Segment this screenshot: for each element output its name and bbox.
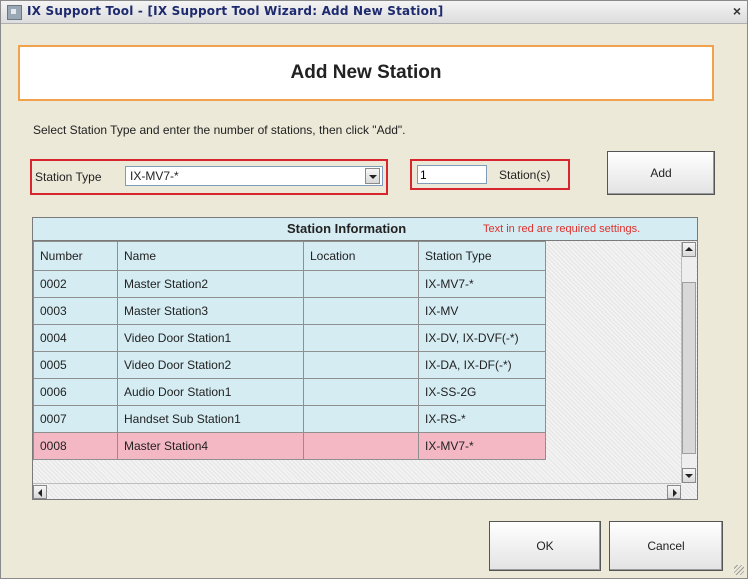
- cell-station-type[interactable]: IX-MV7-*: [418, 432, 546, 460]
- column-header-number[interactable]: Number: [33, 241, 118, 271]
- chevron-down-icon[interactable]: [365, 168, 380, 184]
- cell-station-type[interactable]: IX-DV, IX-DVF(-*): [418, 324, 546, 352]
- cell-name[interactable]: Master Station4: [117, 432, 304, 460]
- app-icon: [7, 5, 22, 20]
- cell-location[interactable]: [303, 324, 419, 352]
- station-count-input[interactable]: [417, 165, 487, 184]
- window-title: IX Support Tool - [IX Support Tool Wizar…: [27, 4, 444, 18]
- station-count-label: Station(s): [499, 168, 551, 182]
- cell-number[interactable]: 0007: [33, 405, 118, 433]
- cell-station-type[interactable]: IX-DA, IX-DF(-*): [418, 351, 546, 379]
- station-info-header: Station Information Text in red are requ…: [33, 218, 697, 241]
- close-icon[interactable]: ×: [733, 3, 741, 19]
- cell-name[interactable]: Master Station2: [117, 270, 304, 298]
- cell-name[interactable]: Video Door Station2: [117, 351, 304, 379]
- scroll-down-icon[interactable]: [682, 468, 696, 483]
- cell-number[interactable]: 0005: [33, 351, 118, 379]
- ok-button[interactable]: OK: [489, 521, 601, 571]
- station-type-label: Station Type: [35, 170, 102, 184]
- table-row[interactable]: 0007 Handset Sub Station1 IX-RS-*: [33, 405, 546, 433]
- cell-station-type[interactable]: IX-RS-*: [418, 405, 546, 433]
- station-info-title: Station Information: [287, 221, 407, 236]
- cell-location[interactable]: [303, 270, 419, 298]
- station-info-panel: Station Information Text in red are requ…: [32, 217, 698, 500]
- cell-location[interactable]: [303, 432, 419, 460]
- cell-number[interactable]: 0008: [33, 432, 118, 460]
- table-row[interactable]: 0003 Master Station3 IX-MV: [33, 297, 546, 325]
- cancel-button[interactable]: Cancel: [609, 521, 723, 571]
- table-row[interactable]: 0006 Audio Door Station1 IX-SS-2G: [33, 378, 546, 406]
- column-header-name[interactable]: Name: [117, 241, 304, 271]
- header-panel: Add New Station: [18, 45, 714, 101]
- cell-name[interactable]: Audio Door Station1: [117, 378, 304, 406]
- title-bar[interactable]: IX Support Tool - [IX Support Tool Wizar…: [1, 1, 747, 24]
- column-header-station-type[interactable]: Station Type: [418, 241, 546, 271]
- table-row[interactable]: 0005 Video Door Station2 IX-DA, IX-DF(-*…: [33, 351, 546, 379]
- cell-number[interactable]: 0004: [33, 324, 118, 352]
- cell-name[interactable]: Video Door Station1: [117, 324, 304, 352]
- station-count-group: Station(s): [410, 159, 570, 190]
- cell-number[interactable]: 0003: [33, 297, 118, 325]
- cell-number[interactable]: 0006: [33, 378, 118, 406]
- cell-location[interactable]: [303, 405, 419, 433]
- wizard-window: IX Support Tool - [IX Support Tool Wizar…: [0, 0, 748, 579]
- cell-location[interactable]: [303, 297, 419, 325]
- station-table: Number Name Location Station Type 0002 M…: [33, 241, 546, 460]
- cell-number[interactable]: 0002: [33, 270, 118, 298]
- vertical-scrollbar[interactable]: [681, 242, 696, 483]
- column-header-location[interactable]: Location: [303, 241, 419, 271]
- station-type-dropdown[interactable]: IX-MV7-*: [125, 166, 383, 186]
- table-row-selected[interactable]: 0008 Master Station4 IX-MV7-*: [33, 432, 546, 460]
- station-type-group: Station Type IX-MV7-*: [30, 159, 388, 195]
- horizontal-scrollbar[interactable]: [33, 483, 681, 499]
- cell-station-type[interactable]: IX-MV: [418, 297, 546, 325]
- add-button[interactable]: Add: [607, 151, 715, 195]
- cell-name[interactable]: Master Station3: [117, 297, 304, 325]
- required-settings-note: Text in red are required settings.: [483, 223, 641, 235]
- cell-station-type[interactable]: IX-MV7-*: [418, 270, 546, 298]
- resize-grip-icon[interactable]: [734, 565, 744, 575]
- table-row[interactable]: 0004 Video Door Station1 IX-DV, IX-DVF(-…: [33, 324, 546, 352]
- station-type-value: IX-MV7-*: [130, 169, 179, 183]
- cell-location[interactable]: [303, 378, 419, 406]
- cell-station-type[interactable]: IX-SS-2G: [418, 378, 546, 406]
- scroll-right-icon[interactable]: [667, 485, 681, 499]
- scroll-left-icon[interactable]: [33, 485, 47, 499]
- page-title: Add New Station: [290, 62, 442, 83]
- scroll-up-icon[interactable]: [682, 242, 696, 257]
- table-row[interactable]: 0002 Master Station2 IX-MV7-*: [33, 270, 546, 298]
- instruction-text: Select Station Type and enter the number…: [33, 123, 406, 137]
- vertical-scroll-thumb[interactable]: [682, 282, 696, 454]
- cell-name[interactable]: Handset Sub Station1: [117, 405, 304, 433]
- cell-location[interactable]: [303, 351, 419, 379]
- table-header-row: Number Name Location Station Type: [33, 241, 546, 271]
